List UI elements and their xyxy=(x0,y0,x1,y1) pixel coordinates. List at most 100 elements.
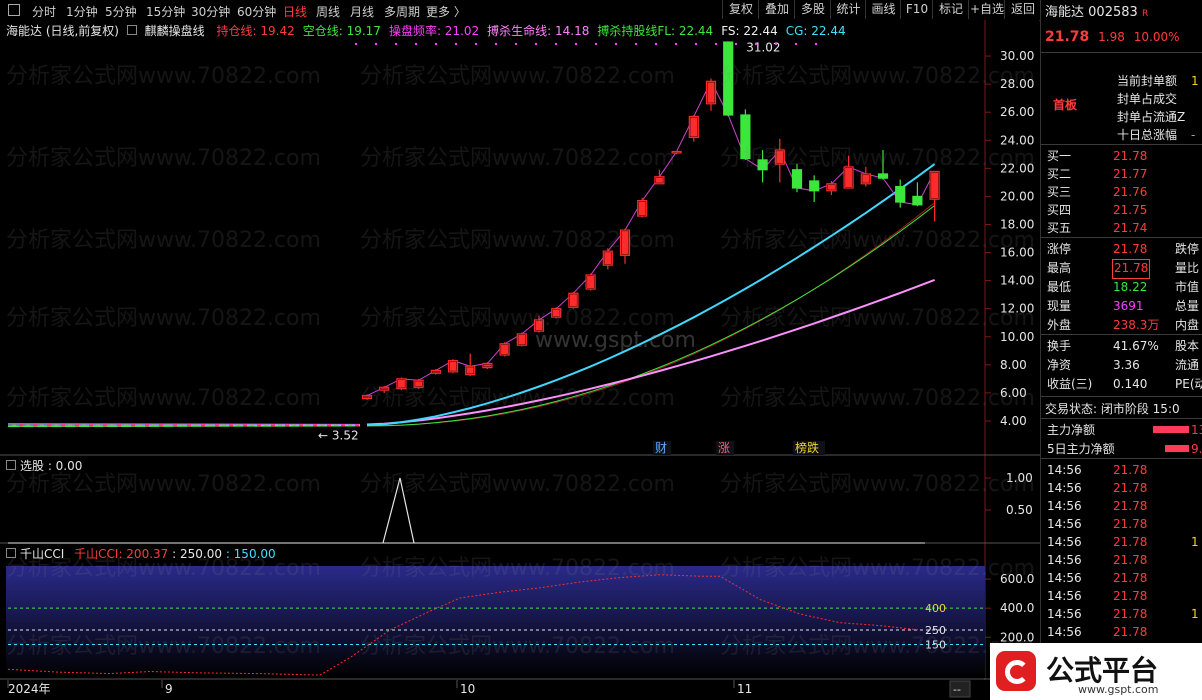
stock-code: 002583 xyxy=(1088,5,1138,20)
stat-key-4: 外盘 xyxy=(1047,318,1072,332)
main-ytick-4: 22.00 xyxy=(1000,161,1034,175)
xaxis-label-2: 10 xyxy=(460,682,475,696)
seal-label-1: 封单占成交 xyxy=(1117,92,1178,106)
candle xyxy=(482,362,493,370)
cci-level-2: 150 xyxy=(925,639,946,652)
period-10[interactable]: 更多 〉 xyxy=(426,3,466,20)
candle xyxy=(637,197,648,218)
candle xyxy=(551,307,562,319)
stock-header: 海能达 002583 R xyxy=(1045,4,1202,22)
stat-key2-0: 跌停 xyxy=(1175,242,1200,256)
tick-price-5: 21.78 xyxy=(1113,553,1148,567)
price-row: 21.78 1.98 10.00% xyxy=(1045,28,1202,46)
period-toolbar: 分时 1分钟 5分钟 15分钟 30分钟 60分钟 日线 周线 月线 多周期 更多 〉 复权 叠加 多股统… xyxy=(0,0,1040,21)
toolbar-button-3[interactable]: 统计 xyxy=(830,0,866,19)
tick-price-2: 21.78 xyxy=(1113,499,1148,513)
stock-name: 海能达 xyxy=(1045,5,1085,20)
toolbar-button-4[interactable]: 画线 xyxy=(865,0,901,19)
bid-label-1: 买二 xyxy=(1047,167,1072,181)
period-2[interactable]: 5分钟 xyxy=(105,3,137,20)
event-marker-1[interactable]: 涨 xyxy=(718,440,730,455)
candle xyxy=(430,369,441,375)
seal-label-3: 十日总涨幅 xyxy=(1117,128,1178,142)
sub2-val1: 千山CCI: 200.37 xyxy=(74,547,169,561)
main-ytick-1: 28.00 xyxy=(1000,77,1034,91)
event-marker-0[interactable]: 财 xyxy=(655,441,667,455)
seal-label-2: 封单占流通Z xyxy=(1117,110,1186,124)
tick-time-3: 14:56 xyxy=(1047,517,1082,531)
candle xyxy=(516,332,527,347)
flow-label-0: 主力净额 xyxy=(1047,423,1096,437)
tick-time-9: 14:56 xyxy=(1047,625,1082,639)
period-3[interactable]: 15分钟 xyxy=(146,3,185,20)
candle xyxy=(396,377,407,391)
tick-price-1: 21.78 xyxy=(1113,481,1148,495)
period-1[interactable]: 1分钟 xyxy=(66,3,98,20)
tick-time-5: 14:56 xyxy=(1047,553,1082,567)
toolbar-button-2[interactable]: 多股 xyxy=(794,0,831,19)
low-label: ← 3.52 xyxy=(318,429,359,443)
chart-area[interactable]: 31.02 ← 3.52 财 涨 榜跌 1.00 0.50 400 250 150 600.0 4… xyxy=(0,20,1040,700)
stat-key-0: 涨停 xyxy=(1047,242,1072,256)
toolbar-button-7[interactable]: +自选 xyxy=(968,0,1005,19)
xaxis-label-3: 11 xyxy=(737,682,752,696)
tick-time-2: 14:56 xyxy=(1047,499,1082,513)
bid-label-4: 买五 xyxy=(1047,221,1072,235)
main-ytick-6: 18.00 xyxy=(1000,217,1034,231)
stat-val-0: 21.78 xyxy=(1113,242,1148,256)
toolbar-button-5[interactable]: F10 xyxy=(900,0,933,19)
legend-item-6: CG: 22.44 xyxy=(785,24,846,38)
stat2-val-0: 41.67% xyxy=(1113,339,1159,353)
main-ytick-7: 16.00 xyxy=(1000,246,1034,260)
event-marker-2[interactable]: 榜跌 xyxy=(795,440,819,455)
trade-status: 交易状态: 闭市阶段 15:0 xyxy=(1045,402,1180,416)
candle xyxy=(499,342,510,357)
grid-icon[interactable] xyxy=(8,4,20,19)
period-8[interactable]: 月线 xyxy=(350,3,374,20)
period-6[interactable]: 日线 xyxy=(283,3,307,20)
candle xyxy=(723,41,734,117)
stock-label: 海能达 (日线,前复权) xyxy=(6,24,119,38)
period-4[interactable]: 30分钟 xyxy=(191,3,230,20)
main-ytick-11: 8.00 xyxy=(1000,358,1027,372)
candle xyxy=(413,378,424,389)
period-5[interactable]: 60分钟 xyxy=(237,3,276,20)
main-ytick-2: 26.00 xyxy=(1000,105,1034,119)
seal-val-3: - xyxy=(1191,128,1196,142)
toolbar-button-8[interactable]: 返回 xyxy=(1004,0,1041,19)
tick-price-4: 21.78 xyxy=(1113,535,1148,549)
bid-price-1: 21.77 xyxy=(1113,167,1148,181)
tick-price-9: 21.78 xyxy=(1113,625,1148,639)
stat2-key2-0: 股本 xyxy=(1175,339,1200,353)
main-ytick-13: 4.00 xyxy=(1000,414,1027,428)
legend-item-5: FS: 22.44 xyxy=(721,24,778,38)
main-ytick-3: 24.00 xyxy=(1000,133,1034,147)
period-7[interactable]: 周线 xyxy=(316,3,340,20)
period-0[interactable]: 分时 xyxy=(32,3,56,20)
sub2-name: 千山CCI xyxy=(20,547,65,561)
cci-level-1: 250 xyxy=(925,624,946,637)
stat-key2-3: 总量 xyxy=(1175,299,1200,313)
gspt-logo: 公式平台 www.gspt.com xyxy=(990,643,1202,700)
stat-key-2: 最低 xyxy=(1047,280,1072,294)
tick-time-4: 14:56 xyxy=(1047,535,1082,549)
candle xyxy=(740,109,751,160)
main-ytick-10: 10.00 xyxy=(1000,330,1034,344)
xaxis-label-0: 2024年 xyxy=(8,682,51,696)
price: 21.78 xyxy=(1045,29,1090,45)
stat-val-4: 238.3万 xyxy=(1113,318,1160,332)
change: 1.98 xyxy=(1098,30,1125,44)
bid-label-2: 买三 xyxy=(1047,185,1072,199)
flow-val-1: 9. xyxy=(1191,442,1202,456)
quote-panel: 海能达 002583 R 21.78 1.98 10.00% 首板 当前封单额 1… xyxy=(1040,0,1202,700)
toolbar-button-6[interactable]: 标记 xyxy=(932,0,969,19)
period-9[interactable]: 多周期 xyxy=(384,3,420,20)
legend-item-0: 持仓线: 19.42 xyxy=(216,24,295,38)
logo-url: www.gspt.com xyxy=(1078,683,1159,696)
toolbar-button-0[interactable]: 复权 xyxy=(722,0,759,19)
candle xyxy=(688,115,699,142)
xaxis-nav[interactable]: -- xyxy=(953,683,961,696)
toolbar-button-1[interactable]: 叠加 xyxy=(758,0,795,19)
bid-label-3: 买四 xyxy=(1047,203,1072,217)
tick-time-7: 14:56 xyxy=(1047,589,1082,603)
